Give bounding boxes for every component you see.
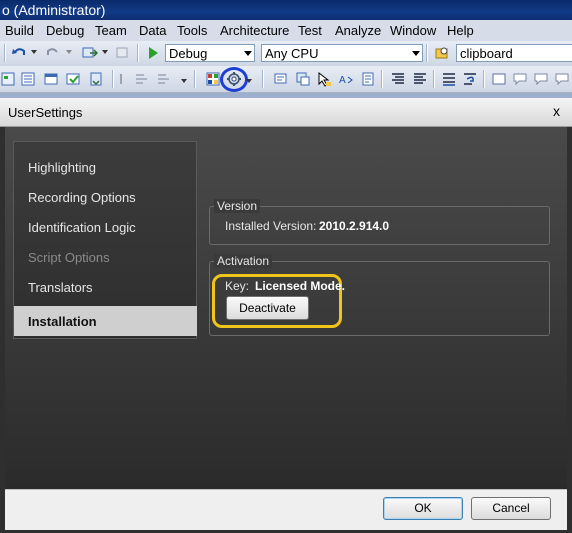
uncomment-icon[interactable] bbox=[156, 71, 172, 87]
find-in-files-icon[interactable] bbox=[434, 45, 450, 61]
window-icon[interactable] bbox=[491, 71, 507, 87]
version-group-title: Version bbox=[214, 199, 261, 213]
find-value: clipboard bbox=[460, 46, 513, 61]
menu-test[interactable]: Test bbox=[298, 23, 322, 38]
svg-text:A: A bbox=[339, 75, 346, 86]
text-verify-icon[interactable]: A bbox=[338, 71, 354, 87]
menu-data[interactable]: Data bbox=[139, 23, 166, 38]
toolbar-separator bbox=[262, 70, 264, 88]
word-wrap-icon[interactable] bbox=[462, 71, 478, 87]
configuration-value: Debug bbox=[169, 46, 208, 61]
align-left-icon[interactable] bbox=[390, 71, 406, 87]
object-browser-icon[interactable] bbox=[43, 71, 59, 87]
nav-item-installation[interactable]: Installation bbox=[28, 314, 97, 329]
nav-item-translators[interactable]: Translators bbox=[28, 280, 93, 295]
properties-icon[interactable] bbox=[20, 71, 36, 87]
verify-icon[interactable] bbox=[295, 71, 311, 87]
ok-button[interactable]: OK bbox=[383, 497, 463, 520]
menu-architecture[interactable]: Architecture bbox=[220, 23, 289, 38]
gear-icon[interactable] bbox=[226, 71, 242, 87]
configuration-select[interactable]: Debug bbox=[165, 44, 255, 62]
settings-dropdown-icon[interactable] bbox=[246, 79, 252, 83]
key-label: Key: bbox=[225, 279, 250, 293]
solution-explorer-icon[interactable] bbox=[0, 71, 16, 87]
find-input[interactable]: clipboard bbox=[456, 44, 572, 62]
nav-item-recording-options[interactable]: Recording Options bbox=[28, 190, 136, 205]
redo-icon[interactable] bbox=[45, 45, 61, 61]
class-view-icon[interactable] bbox=[88, 71, 104, 87]
document-outline-icon[interactable] bbox=[360, 71, 376, 87]
nav-item-identification-logic[interactable]: Identification Logic bbox=[28, 220, 136, 235]
chevron-down-icon bbox=[412, 51, 420, 56]
secondary-toolbar: A bbox=[0, 66, 572, 93]
dialog-title-bar: UserSettings x bbox=[0, 98, 572, 127]
toolbar-separator bbox=[194, 70, 196, 88]
installed-version-label: Installed Version: bbox=[225, 219, 317, 233]
comment-icon[interactable] bbox=[134, 71, 150, 87]
chevron-down-icon bbox=[244, 51, 252, 56]
menu-window[interactable]: Window bbox=[390, 23, 436, 38]
toolbar-separator bbox=[381, 70, 383, 88]
redo-dropdown-icon[interactable] bbox=[66, 50, 72, 54]
toolbar-separator bbox=[4, 44, 6, 62]
align-right-icon[interactable] bbox=[412, 71, 428, 87]
start-debugging-icon[interactable] bbox=[145, 45, 161, 61]
platform-value: Any CPU bbox=[265, 46, 319, 61]
previous-comment-icon[interactable] bbox=[533, 71, 549, 87]
undo-icon[interactable] bbox=[11, 45, 27, 61]
window-title: o (Administrator) bbox=[2, 2, 106, 18]
toolbar-separator bbox=[137, 44, 139, 62]
close-icon[interactable]: x bbox=[553, 103, 560, 119]
indent-icon[interactable] bbox=[118, 71, 134, 87]
menu-team[interactable]: Team bbox=[95, 23, 127, 38]
toolbar-separator bbox=[483, 70, 485, 88]
menu-tools[interactable]: Tools bbox=[177, 23, 207, 38]
format-document-icon[interactable] bbox=[441, 71, 457, 87]
deactivate-button[interactable]: Deactivate bbox=[226, 296, 309, 320]
menu-build[interactable]: Build bbox=[5, 23, 34, 38]
menu-bar: Build Debug Team Data Tools Architecture… bbox=[0, 20, 572, 42]
key-value: Licensed Mode. bbox=[255, 279, 346, 293]
window-title-bar: o (Administrator) bbox=[0, 0, 572, 20]
menu-debug[interactable]: Debug bbox=[46, 23, 84, 38]
menu-help[interactable]: Help bbox=[447, 23, 474, 38]
undo-dropdown-icon[interactable] bbox=[31, 50, 37, 54]
add-step-icon[interactable] bbox=[273, 71, 289, 87]
platform-select[interactable]: Any CPU bbox=[261, 44, 423, 62]
installed-version-value: 2010.2.914.0 bbox=[319, 219, 390, 233]
toolbar-separator bbox=[426, 44, 428, 62]
activation-group-title: Activation bbox=[214, 254, 273, 268]
recorder-icon[interactable] bbox=[205, 71, 221, 87]
navigate-icon[interactable] bbox=[82, 45, 98, 61]
standard-toolbar: Debug Any CPU clipboard bbox=[0, 41, 572, 66]
next-comment-icon[interactable] bbox=[554, 71, 570, 87]
dialog-title: UserSettings bbox=[8, 105, 83, 120]
menu-analyze[interactable]: Analyze bbox=[335, 23, 381, 38]
highlight-element-icon[interactable] bbox=[316, 71, 332, 87]
toolbar-overflow-icon[interactable] bbox=[181, 79, 187, 83]
toolbox-icon[interactable] bbox=[65, 71, 81, 87]
cancel-button[interactable]: Cancel bbox=[471, 497, 551, 520]
forward-navigate-icon[interactable] bbox=[114, 45, 130, 61]
toolbar-separator bbox=[112, 70, 114, 88]
nav-item-highlighting[interactable]: Highlighting bbox=[28, 160, 96, 175]
toolbar-separator bbox=[433, 70, 435, 88]
comment-bubble-icon[interactable] bbox=[512, 71, 528, 87]
navigate-dropdown-icon[interactable] bbox=[102, 50, 108, 54]
nav-item-script-options: Script Options bbox=[28, 250, 110, 265]
